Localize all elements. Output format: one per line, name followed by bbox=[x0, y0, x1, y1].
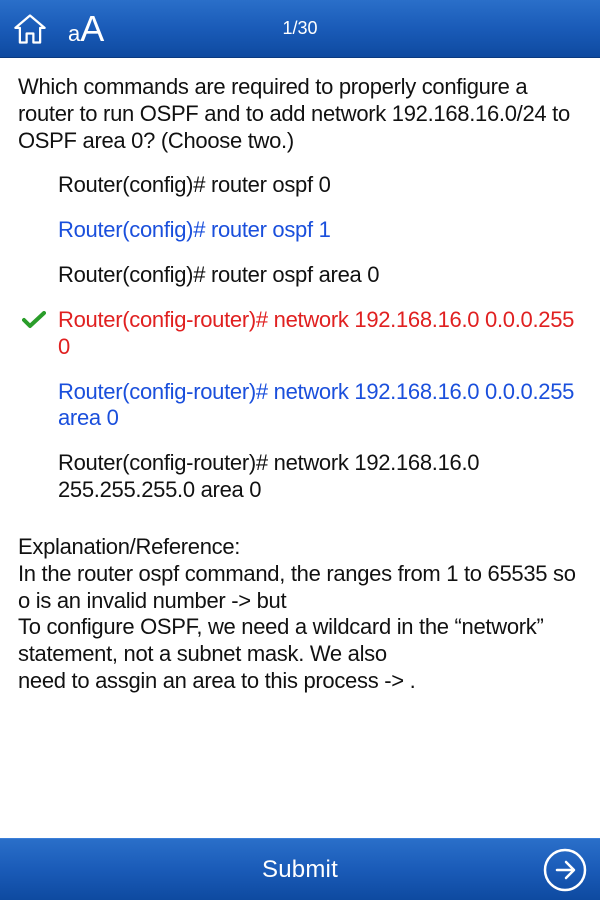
answer-text: Router(config-router)# network 192.168.1… bbox=[58, 379, 574, 431]
question-counter: 1/30 bbox=[282, 18, 317, 39]
answer-option[interactable]: Router(config-router)# network 192.168.1… bbox=[58, 450, 582, 504]
content-area: Which commands are required to properly … bbox=[0, 58, 600, 838]
check-icon bbox=[22, 309, 46, 327]
question-text: Which commands are required to properly … bbox=[18, 74, 582, 154]
answer-text: Router(config-router)# network 192.168.1… bbox=[58, 450, 479, 502]
submit-button[interactable]: Submit bbox=[262, 856, 338, 884]
answers-list: Router(config)# router ospf 0 Router(conf… bbox=[18, 172, 582, 503]
answer-option[interactable]: Router(config-router)# network 192.168.1… bbox=[58, 379, 582, 433]
next-arrow-icon[interactable] bbox=[542, 847, 588, 893]
font-size-icon[interactable]: aA bbox=[68, 8, 104, 50]
answer-option[interactable]: Router(config)# router ospf area 0 bbox=[58, 262, 582, 289]
home-icon[interactable] bbox=[10, 9, 50, 49]
answer-text: Router(config)# router ospf area 0 bbox=[58, 262, 379, 287]
header-bar: aA 1/30 bbox=[0, 0, 600, 58]
answer-text: Router(config-router)# network 192.168.1… bbox=[58, 307, 574, 359]
answer-text: Router(config)# router ospf 1 bbox=[58, 217, 331, 242]
footer-bar: Submit bbox=[0, 838, 600, 900]
explanation-text: Explanation/Reference:In the router ospf… bbox=[18, 534, 582, 695]
answer-text: Router(config)# router ospf 0 bbox=[58, 172, 331, 197]
answer-option[interactable]: Router(config)# router ospf 0 bbox=[58, 172, 582, 199]
answer-option[interactable]: Router(config)# router ospf 1 bbox=[58, 217, 582, 244]
answer-option[interactable]: Router(config-router)# network 192.168.1… bbox=[58, 307, 582, 361]
